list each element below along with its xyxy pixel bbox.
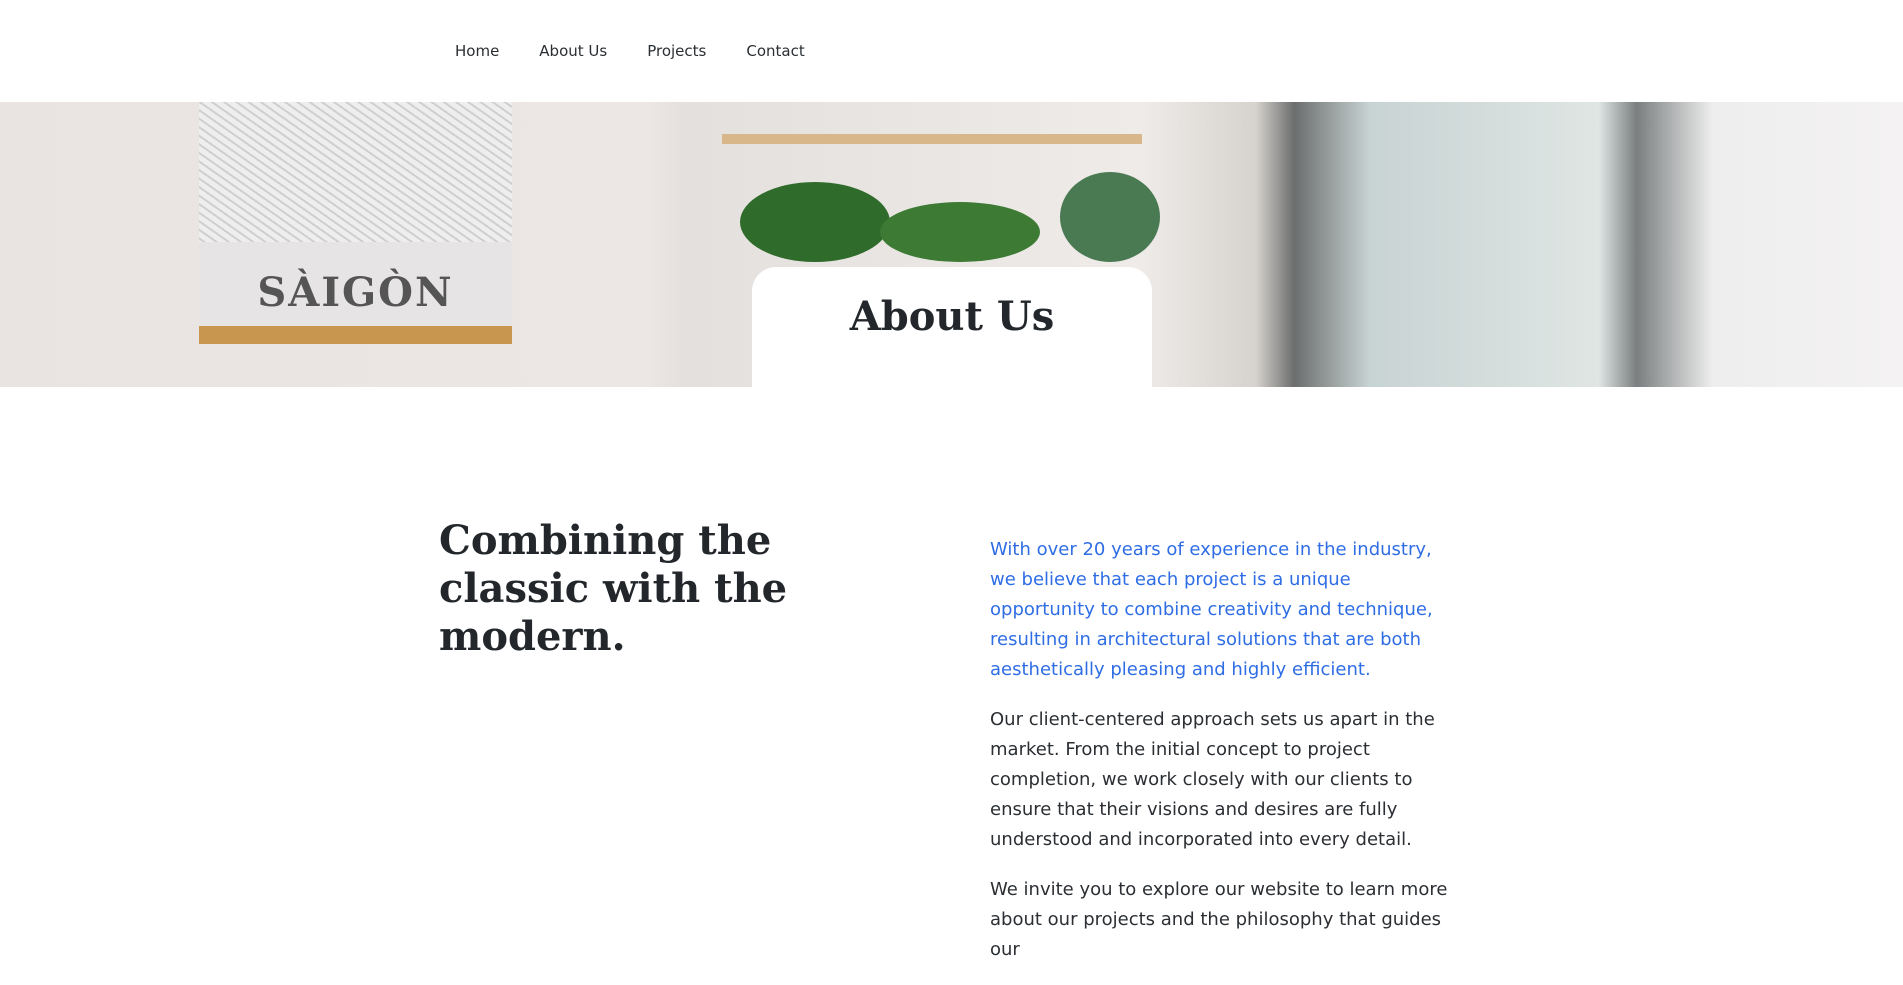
main-nav: Home About Us Projects Contact xyxy=(0,0,1903,102)
nav-about-us[interactable]: About Us xyxy=(539,42,607,60)
page-title: About Us xyxy=(849,293,1055,340)
page-title-card: About Us xyxy=(752,267,1152,387)
nav-home[interactable]: Home xyxy=(455,42,499,60)
section-heading: Combining the classic with the modern. xyxy=(439,517,788,660)
paragraph: We invite you to explore our website to … xyxy=(990,879,1448,960)
nav-contact[interactable]: Contact xyxy=(746,42,804,60)
nav-projects[interactable]: Projects xyxy=(647,42,706,60)
about-text: With over 20 years of experience in the … xyxy=(990,535,1460,985)
hero-banner: SÀIGÒN About Us xyxy=(0,102,1903,387)
poster-hanger xyxy=(199,326,512,344)
saigon-poster-image: SÀIGÒN xyxy=(199,102,512,342)
plant-image xyxy=(740,182,890,262)
lead-paragraph: With over 20 years of experience in the … xyxy=(990,539,1433,680)
paragraph: Our client-centered approach sets us apa… xyxy=(990,709,1435,850)
shelf-image xyxy=(722,134,1142,144)
plant-image xyxy=(880,202,1040,262)
plant-image xyxy=(1060,172,1160,262)
